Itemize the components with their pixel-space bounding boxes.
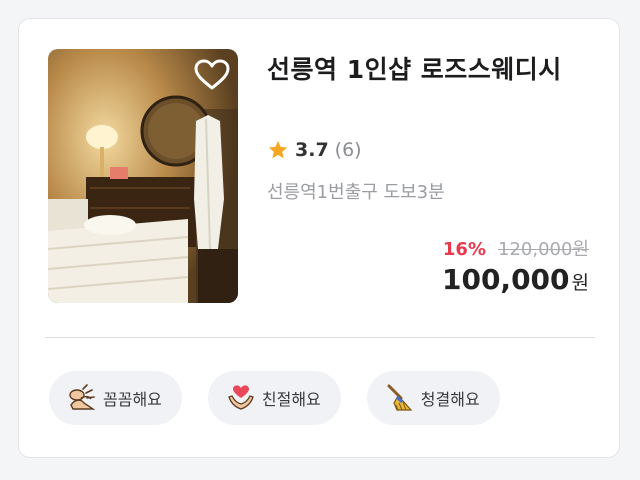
review-count: (6): [334, 139, 362, 161]
price-unit: 원: [571, 272, 589, 294]
rating-score: 3.7: [295, 139, 329, 161]
discount-row: 16% 120,000원: [443, 235, 589, 261]
discount-rate: 16%: [442, 239, 486, 260]
tag-label: 꼼꼼해요: [103, 390, 162, 409]
listing-photo[interactable]: [48, 49, 238, 303]
review-tags: 꼼꼼해요 친절해요 청결해요: [49, 371, 526, 425]
favorite-button[interactable]: [192, 57, 232, 93]
broom-icon: [387, 384, 413, 411]
tag-chip-clean[interactable]: 청결해요: [366, 371, 500, 425]
divider: [45, 337, 595, 338]
original-price: 120,000원: [498, 239, 589, 260]
sale-price: 100,000: [441, 263, 570, 296]
tag-label: 친절해요: [261, 390, 321, 409]
listing-card[interactable]: 선릉역 1인샵 로즈스웨디시 3.7 (6) 선릉역1번출구 도보3분 16% …: [18, 18, 620, 458]
rating: 3.7 (6): [267, 137, 362, 163]
listing-title[interactable]: 선릉역 1인샵 로즈스웨디시: [267, 51, 597, 89]
tag-chip-thorough[interactable]: 꼼꼼해요: [49, 371, 182, 425]
massage-hands-icon: [69, 384, 96, 410]
price-row: 100,000 원: [442, 263, 589, 296]
heart-outline-icon: [194, 59, 230, 90]
heart-hands-icon: [228, 385, 254, 410]
tag-label: 청결해요: [420, 390, 480, 409]
tag-chip-kind[interactable]: 친절해요: [207, 371, 341, 425]
star-icon: [268, 140, 288, 159]
location-text: 선릉역1번출구 도보3분: [267, 182, 445, 203]
